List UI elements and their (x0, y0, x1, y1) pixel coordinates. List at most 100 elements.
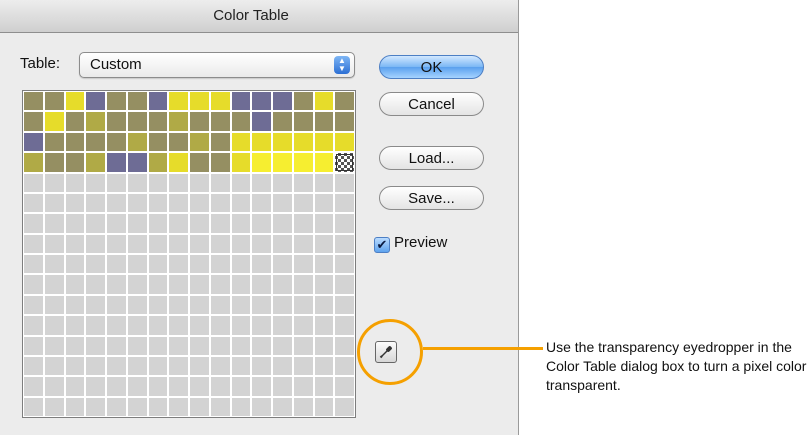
color-swatch[interactable] (43, 152, 65, 173)
color-swatch[interactable] (23, 396, 44, 417)
color-swatch[interactable] (106, 315, 127, 336)
color-swatch[interactable] (313, 111, 335, 132)
color-swatch[interactable] (168, 315, 189, 336)
color-swatch[interactable] (209, 335, 231, 356)
color-swatch[interactable] (209, 396, 231, 417)
color-swatch[interactable] (64, 172, 86, 193)
color-swatch[interactable] (313, 355, 335, 377)
color-swatch[interactable] (251, 111, 272, 132)
color-swatch[interactable] (85, 91, 106, 112)
color-swatch[interactable] (230, 233, 252, 254)
color-swatch[interactable] (209, 192, 231, 214)
color-swatch[interactable] (313, 315, 335, 336)
color-swatch[interactable] (106, 172, 127, 193)
color-swatch[interactable] (313, 376, 335, 397)
preview-checkbox[interactable]: ✔ Preview (374, 234, 447, 253)
color-swatch[interactable] (189, 152, 210, 173)
color-swatch[interactable] (292, 335, 314, 356)
color-swatch[interactable] (43, 192, 65, 214)
color-swatch[interactable] (334, 111, 355, 132)
color-swatch[interactable] (272, 355, 293, 377)
color-swatch[interactable] (230, 396, 252, 417)
color-swatch[interactable] (64, 91, 86, 112)
color-swatch[interactable] (168, 91, 189, 112)
color-swatch[interactable] (292, 111, 314, 132)
color-swatch[interactable] (313, 233, 335, 254)
ok-button[interactable]: OK (379, 55, 484, 79)
color-swatch[interactable] (230, 111, 252, 132)
color-swatch[interactable] (85, 274, 106, 295)
color-swatch[interactable] (85, 131, 106, 153)
color-swatch[interactable] (334, 233, 355, 254)
color-swatch[interactable] (126, 396, 148, 417)
color-swatch[interactable] (189, 376, 210, 397)
color-swatch[interactable] (147, 131, 169, 153)
color-swatch[interactable] (189, 111, 210, 132)
color-swatch-grid[interactable] (22, 90, 356, 418)
color-swatch[interactable] (189, 172, 210, 193)
color-swatch[interactable] (23, 213, 44, 234)
color-swatch[interactable] (106, 131, 127, 153)
color-swatch[interactable] (106, 376, 127, 397)
color-swatch[interactable] (43, 274, 65, 295)
color-swatch[interactable] (126, 172, 148, 193)
color-swatch[interactable] (147, 294, 169, 316)
color-swatch[interactable] (313, 396, 335, 417)
color-swatch[interactable] (126, 111, 148, 132)
color-swatch[interactable] (230, 152, 252, 173)
color-swatch[interactable] (43, 376, 65, 397)
color-swatch[interactable] (292, 254, 314, 275)
color-swatch[interactable] (106, 274, 127, 295)
color-swatch[interactable] (168, 396, 189, 417)
color-swatch[interactable] (126, 294, 148, 316)
color-swatch[interactable] (85, 213, 106, 234)
color-swatch[interactable] (292, 192, 314, 214)
color-swatch[interactable] (85, 355, 106, 377)
color-swatch[interactable] (126, 192, 148, 214)
color-swatch[interactable] (230, 254, 252, 275)
color-swatch[interactable] (43, 172, 65, 193)
color-swatch[interactable] (23, 91, 44, 112)
color-swatch[interactable] (292, 91, 314, 112)
color-swatch[interactable] (292, 274, 314, 295)
color-swatch[interactable] (64, 294, 86, 316)
color-swatch[interactable] (272, 315, 293, 336)
color-swatch[interactable] (23, 233, 44, 254)
color-swatch[interactable] (147, 396, 169, 417)
color-swatch[interactable] (23, 315, 44, 336)
color-swatch[interactable] (230, 91, 252, 112)
color-swatch[interactable] (334, 355, 355, 377)
color-swatch[interactable] (230, 335, 252, 356)
color-swatch[interactable] (168, 376, 189, 397)
color-swatch[interactable] (23, 111, 44, 132)
color-swatch[interactable] (272, 213, 293, 234)
color-swatch[interactable] (189, 335, 210, 356)
color-swatch[interactable] (292, 376, 314, 397)
color-swatch[interactable] (23, 376, 44, 397)
color-swatch[interactable] (189, 213, 210, 234)
color-swatch[interactable] (147, 213, 169, 234)
color-swatch[interactable] (251, 396, 272, 417)
color-swatch[interactable] (106, 192, 127, 214)
color-swatch[interactable] (292, 131, 314, 153)
color-swatch[interactable] (292, 213, 314, 234)
color-swatch[interactable] (85, 315, 106, 336)
color-swatch[interactable] (230, 376, 252, 397)
color-swatch[interactable] (272, 172, 293, 193)
color-swatch[interactable] (272, 396, 293, 417)
color-swatch[interactable] (64, 335, 86, 356)
save-button[interactable]: Save... (379, 186, 484, 210)
color-swatch[interactable] (292, 355, 314, 377)
color-swatch[interactable] (230, 213, 252, 234)
color-swatch[interactable] (292, 233, 314, 254)
color-swatch[interactable] (64, 192, 86, 214)
table-select[interactable]: Custom ▲ ▼ (79, 52, 355, 78)
color-swatch[interactable] (189, 274, 210, 295)
color-swatch[interactable] (64, 213, 86, 234)
color-swatch[interactable] (106, 152, 127, 173)
color-swatch[interactable] (251, 376, 272, 397)
color-swatch[interactable] (64, 274, 86, 295)
color-swatch[interactable] (189, 233, 210, 254)
color-swatch[interactable] (189, 254, 210, 275)
color-swatch[interactable] (189, 294, 210, 316)
